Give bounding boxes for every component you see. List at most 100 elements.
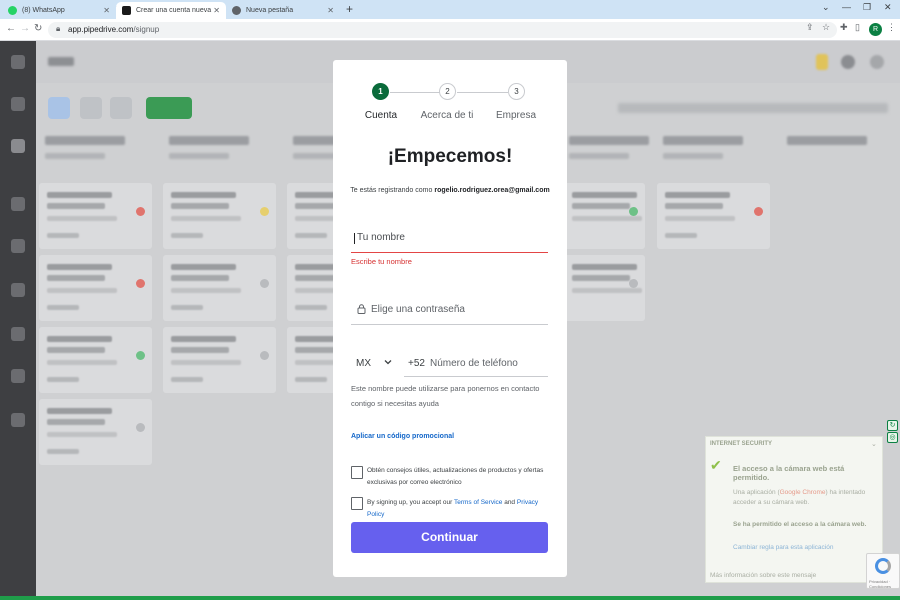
sidepanel-icon[interactable]: ▯	[855, 22, 860, 33]
chrome-icon	[232, 6, 241, 15]
sidebar-icon	[11, 413, 25, 427]
blurred-view-button	[48, 97, 70, 119]
extensions-icon[interactable]: ✚	[840, 22, 848, 33]
close-icon[interactable]: ✕	[103, 6, 110, 15]
close-icon[interactable]: ✕	[327, 6, 334, 15]
name-field[interactable]: Tu nombre	[351, 226, 548, 253]
phone-field[interactable]: +52 Número de teléfono	[404, 353, 548, 377]
sidebar-icon	[11, 283, 25, 297]
close-icon[interactable]: ✕	[213, 6, 220, 15]
blurred-deal-card	[163, 255, 276, 321]
close-icon[interactable]: ⌄	[871, 440, 877, 448]
bookmark-star-icon[interactable]: ☆	[822, 22, 830, 33]
step-3-indicator: 3	[508, 83, 525, 100]
sidebar-icon	[11, 369, 25, 383]
country-code-select[interactable]: MX	[351, 353, 398, 377]
password-field[interactable]: Elige una contraseña	[351, 298, 548, 325]
text-cursor	[354, 233, 355, 244]
name-error-message: Escribe tu nombre	[351, 257, 412, 266]
step-3-label: Empresa	[495, 110, 536, 121]
sidebar-icon	[11, 197, 25, 211]
blurred-filters	[618, 103, 888, 113]
checkmark-icon: ✔	[710, 457, 722, 473]
taskbar-strip	[0, 596, 900, 600]
eset-header: INTERNET SECURITY	[710, 441, 773, 447]
app-logo-icon	[11, 55, 25, 69]
lock-icon: 🔒︎	[56, 24, 61, 33]
share-icon[interactable]: ⇪	[806, 22, 814, 33]
blurred-title	[48, 57, 74, 66]
blurred-deal-card	[39, 399, 152, 465]
eset-rule-link[interactable]: Cambiar regla para esta aplicación	[733, 544, 833, 551]
chevron-down-icon[interactable]: ⌄	[822, 2, 830, 13]
step-1-label: Cuenta	[364, 110, 398, 121]
address-bar[interactable]: 🔒︎ app.pipedrive.com/signup	[48, 22, 837, 38]
terms-prefix: By signing up, you accept our	[367, 499, 453, 506]
minimize-icon[interactable]: —	[842, 2, 851, 12]
url-text: app.pipedrive.com/signup	[68, 25, 160, 34]
page-title: ¡Empecemos!	[387, 146, 513, 167]
plus-icon[interactable]: +	[346, 2, 353, 16]
tab-new[interactable]: Nueva pestaña ✕	[226, 2, 340, 19]
terms-checkbox[interactable]	[351, 497, 363, 510]
forward-icon[interactable]: →	[20, 23, 30, 34]
back-icon[interactable]: ←	[6, 23, 16, 34]
newsletter-checkbox[interactable]	[351, 466, 363, 479]
phone-placeholder: Número de teléfono	[430, 358, 518, 369]
dial-prefix: +52	[408, 358, 425, 369]
promo-code-link[interactable]: Aplicar un código promocional	[351, 433, 454, 440]
eset-allowed: Se ha permitido el acceso a la cámara we…	[733, 521, 867, 528]
registering-as-text: Te estás registrando como rogelio.rodrig…	[340, 187, 560, 194]
app-sidebar	[0, 41, 36, 596]
blurred-deal-card	[39, 327, 152, 393]
browser-tab-strip: (8) WhatsApp ✕ Crear una cuenta nueva ✕ …	[0, 0, 900, 19]
blurred-column-header	[169, 136, 287, 172]
registering-prefix: Te estás registrando como	[350, 187, 433, 194]
sidebar-icon	[11, 139, 25, 153]
terms-label: By signing up, you accept our Terms of S…	[367, 497, 552, 521]
sidebar-icon	[11, 327, 25, 341]
restore-icon[interactable]: ❐	[863, 2, 871, 13]
phone-help-text: Este nombre puede utilizarse para ponern…	[351, 384, 540, 408]
eset-message: El acceso a la cámara web está permitido…	[733, 464, 845, 482]
profile-avatar[interactable]: R	[869, 23, 882, 36]
blurred-column-header	[45, 136, 163, 172]
terms-of-service-link[interactable]: Terms of Service	[454, 499, 502, 506]
recaptcha-icon	[875, 558, 891, 574]
continue-button[interactable]: Continuar	[351, 522, 548, 553]
lock-icon	[357, 304, 366, 317]
terms-and: and	[504, 499, 516, 506]
stepper-line	[390, 92, 440, 93]
blurred-deal-card	[39, 183, 152, 249]
pipedrive-icon	[122, 6, 131, 15]
tab-signup[interactable]: Crear una cuenta nueva ✕	[116, 2, 226, 19]
whatsapp-icon	[8, 6, 17, 15]
browser-toolbar: ← → ↻ 🔒︎ app.pipedrive.com/signup ⇪ ☆ ✚ …	[0, 19, 900, 41]
blurred-view-button	[80, 97, 102, 119]
tab-label: Nueva pestaña	[246, 7, 294, 14]
newsletter-label: Obtén consejos útiles, actualizaciones d…	[367, 467, 544, 486]
recaptcha-badge[interactable]: Privacidad · Condiciones	[866, 553, 900, 589]
sidebar-icon	[11, 239, 25, 253]
step-2-label: Acerca de ti	[420, 110, 474, 121]
blurred-avatar	[841, 55, 855, 69]
blurred-column-header	[663, 136, 781, 172]
recaptcha-text: Privacidad · Condiciones	[869, 579, 892, 589]
sidebar-icon	[11, 97, 25, 111]
tab-label: Crear una cuenta nueva	[136, 7, 212, 14]
reload-icon[interactable]: ↻	[34, 23, 42, 34]
blurred-deal-card	[39, 255, 152, 321]
eset-notification: INTERNET SECURITY ⌄ ✔ El acceso a la cám…	[705, 436, 883, 583]
extension-icon[interactable]: ↻	[887, 420, 898, 431]
blurred-badge	[816, 54, 828, 70]
eset-detail: Una aplicación (Google Chrome) ha intent…	[733, 489, 866, 506]
menu-icon[interactable]: ⋮	[887, 22, 896, 33]
country-code-value: MX	[356, 358, 371, 369]
close-window-icon[interactable]: ✕	[884, 2, 892, 13]
eset-footer-link[interactable]: Más información sobre este mensaje	[710, 572, 816, 579]
step-2-indicator: 2	[439, 83, 456, 100]
blurred-deal-card	[163, 327, 276, 393]
extension-icon[interactable]: ◎	[887, 432, 898, 443]
blurred-view-button	[110, 97, 132, 119]
tab-whatsapp[interactable]: (8) WhatsApp ✕	[2, 2, 117, 19]
